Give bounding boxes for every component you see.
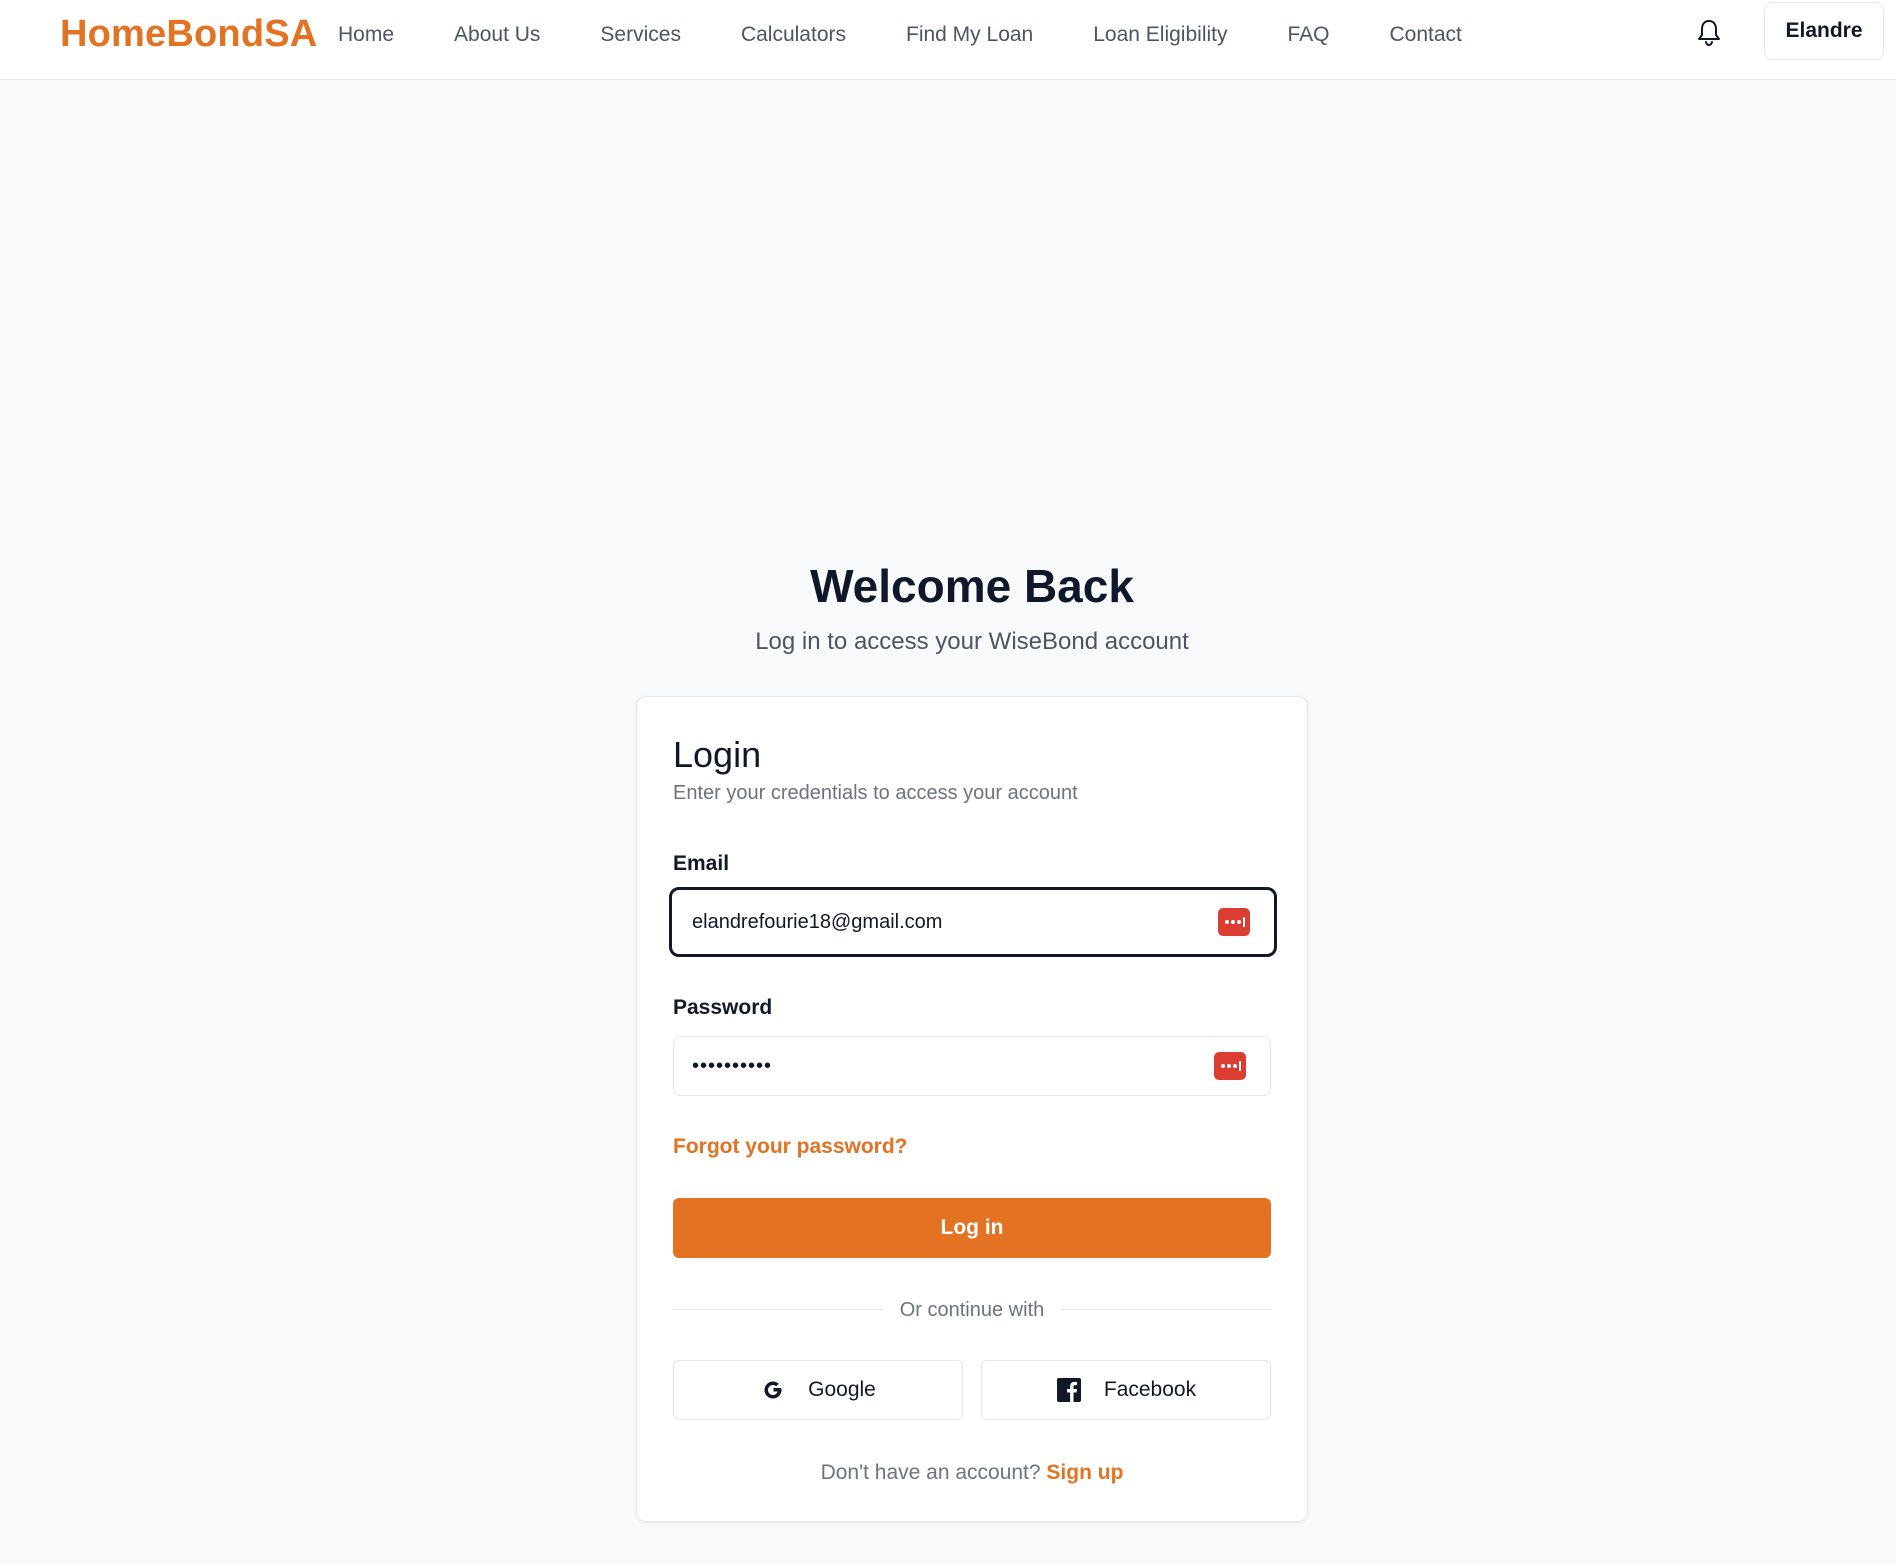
- signup-row: Don't have an account? Sign up: [673, 1459, 1271, 1487]
- password-manager-icon[interactable]: [1218, 908, 1250, 936]
- brand-logo[interactable]: HomeBondSA: [60, 12, 317, 56]
- nav-link-loan-eligibility[interactable]: Loan Eligibility: [1093, 23, 1227, 47]
- top-navbar: HomeBondSA Home About Us Services Calcul…: [0, 0, 1896, 80]
- password-field[interactable]: ••••••••••: [673, 1036, 1271, 1096]
- nav-link-calculators[interactable]: Calculators: [741, 23, 846, 47]
- password-value: ••••••••••: [692, 1054, 773, 1077]
- user-menu-button[interactable]: Elandre: [1764, 2, 1884, 60]
- email-field[interactable]: elandrefourie18@gmail.com: [669, 887, 1277, 957]
- page-title: Welcome Back: [810, 560, 1134, 612]
- login-button[interactable]: Log in: [673, 1198, 1271, 1258]
- card-title: Login: [673, 734, 762, 775]
- divider-text: Or continue with: [887, 1299, 1057, 1321]
- nav-link-contact[interactable]: Contact: [1390, 23, 1462, 47]
- google-login-button[interactable]: Google: [673, 1360, 963, 1420]
- signup-prompt: Don't have an account?: [820, 1461, 1041, 1484]
- divider-label: Or continue with: [673, 1297, 1271, 1323]
- email-label: Email: [673, 852, 730, 875]
- signup-link[interactable]: Sign up: [1046, 1461, 1123, 1484]
- nav-link-about-us[interactable]: About Us: [454, 23, 540, 47]
- login-card: Login Enter your credentials to access y…: [636, 696, 1308, 1522]
- nav-link-home[interactable]: Home: [338, 23, 394, 47]
- password-manager-icon[interactable]: [1214, 1052, 1246, 1080]
- page-subtitle: Log in to access your WiseBond account: [755, 628, 1189, 655]
- bell-icon[interactable]: [1696, 18, 1722, 48]
- google-icon: [764, 1381, 782, 1399]
- google-label: Google: [808, 1378, 876, 1401]
- main-nav: Home About Us Services Calculators Find …: [338, 0, 1522, 70]
- password-label: Password: [673, 996, 773, 1019]
- facebook-icon: [1056, 1378, 1081, 1402]
- card-description: Enter your credentials to access your ac…: [673, 782, 1078, 804]
- facebook-label: Facebook: [1103, 1378, 1197, 1401]
- email-value: elandrefourie18@gmail.com: [692, 910, 943, 933]
- nav-link-services[interactable]: Services: [600, 23, 681, 47]
- facebook-login-button[interactable]: Facebook: [981, 1360, 1271, 1420]
- forgot-password-link[interactable]: Forgot your password?: [673, 1133, 908, 1161]
- nav-link-find-my-loan[interactable]: Find My Loan: [906, 23, 1033, 47]
- nav-link-faq[interactable]: FAQ: [1287, 23, 1329, 47]
